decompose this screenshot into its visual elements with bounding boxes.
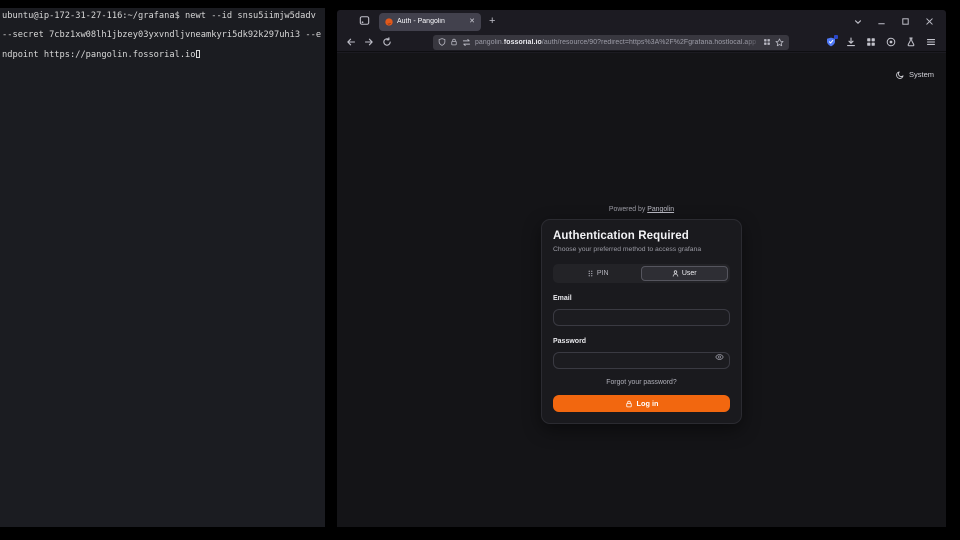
- minimize-button[interactable]: [877, 17, 886, 26]
- extensions-icon[interactable]: [866, 37, 876, 47]
- forgot-password-link[interactable]: Forgot your password?: [553, 379, 730, 386]
- terminal-line: ubuntu@ip-172-31-27-116:~/grafana$ newt …: [2, 11, 316, 21]
- tab-title: Auth - Pangolin: [397, 18, 465, 25]
- account-circle-icon[interactable]: [886, 37, 896, 47]
- navigation-bar: pangolin.fossorial.io/auth/resource/90?r…: [337, 33, 946, 52]
- reload-button[interactable]: [379, 34, 395, 50]
- tab-pin[interactable]: PIN: [555, 266, 641, 281]
- tab-pin-label: PIN: [597, 270, 609, 277]
- extension-badge: [834, 35, 838, 39]
- login-button-label: Log in: [637, 399, 659, 408]
- login-button[interactable]: Log in: [553, 395, 730, 412]
- forward-button[interactable]: [361, 34, 377, 50]
- tab-user-label: User: [682, 270, 697, 277]
- auth-center-column: Powered by Pangolin Authentication Requi…: [337, 53, 946, 424]
- close-window-button[interactable]: [925, 17, 934, 26]
- url-bar[interactable]: pangolin.fossorial.io/auth/resource/90?r…: [433, 35, 789, 50]
- auth-card: Authentication Required Choose your pref…: [541, 219, 742, 424]
- privacy-extension-icon[interactable]: [826, 37, 836, 47]
- card-title: Authentication Required: [553, 230, 730, 242]
- downloads-icon[interactable]: [846, 37, 856, 47]
- tab-bar: Auth - Pangolin ✕ +: [337, 10, 946, 33]
- terminal-line: ndpoint https://pangolin.fossorial.io: [2, 50, 196, 60]
- powered-by: Powered by Pangolin: [609, 206, 674, 213]
- tab-user[interactable]: User: [641, 266, 729, 281]
- password-label: Password: [553, 338, 730, 345]
- maximize-button[interactable]: [901, 17, 910, 26]
- password-field[interactable]: [553, 352, 730, 369]
- email-label: Email: [553, 295, 730, 302]
- page-content: System Powered by Pangolin Authenticatio…: [337, 53, 946, 527]
- lock-icon[interactable]: [450, 38, 458, 46]
- terminal-window[interactable]: ubuntu@ip-172-31-27-116:~/grafana$ newt …: [0, 8, 325, 527]
- terminal-cursor: [196, 50, 201, 58]
- keypad-icon: [587, 270, 594, 277]
- email-field[interactable]: [553, 309, 730, 326]
- url-text: pangolin.fossorial.io/auth/resource/90?r…: [475, 39, 759, 46]
- show-password-eye-icon[interactable]: [715, 353, 724, 361]
- menu-hamburger-icon[interactable]: [926, 37, 936, 47]
- firefox-view-icon[interactable]: [359, 15, 373, 29]
- tab-auth-pangolin[interactable]: Auth - Pangolin ✕: [379, 13, 481, 31]
- flask-icon[interactable]: [906, 37, 916, 47]
- url-fade: [745, 35, 761, 50]
- pangolin-link[interactable]: Pangolin: [647, 206, 674, 213]
- tab-close-icon[interactable]: ✕: [469, 18, 475, 25]
- list-all-tabs-icon[interactable]: [853, 17, 863, 27]
- pangolin-favicon: [385, 18, 393, 26]
- back-button[interactable]: [343, 34, 359, 50]
- bookmark-star-icon[interactable]: [775, 38, 784, 47]
- user-icon: [672, 270, 679, 277]
- terminal-line: --secret 7cbz1xw08lh1jbzey03yxvndljvneam…: [2, 30, 321, 40]
- new-tab-button[interactable]: +: [489, 16, 495, 27]
- card-subtitle: Choose your preferred method to access g…: [553, 246, 730, 253]
- browser-window: Auth - Pangolin ✕ +: [337, 10, 946, 527]
- toolbar-icons: [826, 37, 936, 47]
- auth-method-tabs: PIN User: [553, 264, 730, 283]
- tracking-shield-icon[interactable]: [438, 38, 446, 46]
- containers-grid-icon[interactable]: [763, 38, 771, 46]
- switch-arrows-icon[interactable]: [462, 38, 471, 47]
- lock-icon: [625, 400, 633, 408]
